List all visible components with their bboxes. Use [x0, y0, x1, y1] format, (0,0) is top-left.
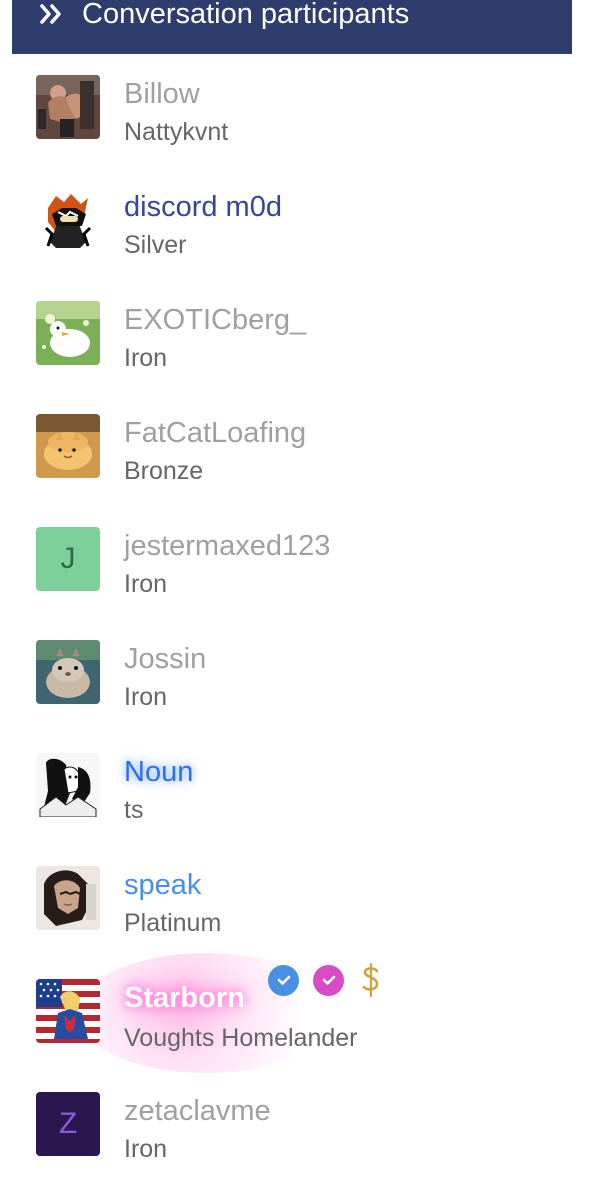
- participant-avatar[interactable]: Z: [36, 1092, 100, 1156]
- participant-avatar[interactable]: [36, 640, 100, 704]
- participant-name[interactable]: Noun: [124, 753, 193, 791]
- dollar-icon: [358, 962, 384, 998]
- participant-badges: [268, 961, 384, 999]
- participant-item-billow[interactable]: Billow Nattykvnt: [36, 57, 556, 147]
- participant-subtitle: Platinum: [124, 909, 222, 937]
- participant-subtitle: Nattykvnt: [124, 118, 229, 146]
- participant-name[interactable]: discord m0d: [124, 188, 282, 226]
- participant-avatar[interactable]: [36, 866, 100, 930]
- participant-avatar[interactable]: J: [36, 527, 100, 591]
- participant-subtitle: ts: [124, 796, 144, 824]
- participant-subtitle: Iron: [124, 344, 168, 372]
- participant-item-noun[interactable]: Noun ts: [36, 735, 556, 825]
- participant-name[interactable]: Billow: [124, 75, 200, 113]
- participant-name[interactable]: Jossin: [124, 640, 206, 678]
- participant-avatar[interactable]: [36, 301, 100, 365]
- verified-check-icon: [313, 964, 344, 996]
- participant-avatar[interactable]: [36, 753, 100, 817]
- participant-name[interactable]: EXOTICberg_: [124, 301, 306, 339]
- participant-item-discord-m0d[interactable]: discord m0d Silver: [36, 170, 556, 260]
- participant-avatar[interactable]: [36, 188, 100, 252]
- panel-title: Conversation participants: [82, 0, 410, 30]
- participant-avatar[interactable]: [36, 414, 100, 478]
- avatar-letter: J: [60, 542, 76, 575]
- participant-name[interactable]: zetaclavme: [124, 1092, 271, 1130]
- avatar-letter: Z: [58, 1107, 78, 1140]
- double-chevron-right-icon[interactable]: [38, 0, 66, 28]
- participant-item-jestermaxed123[interactable]: J jestermaxed123 Iron: [36, 509, 556, 599]
- participant-item-jossin[interactable]: Jossin Iron: [36, 622, 556, 712]
- participant-item-exoticberg[interactable]: EXOTICberg_ Iron: [36, 283, 556, 373]
- participant-subtitle: Voughts Homelander: [124, 1024, 358, 1052]
- participant-name[interactable]: jestermaxed123: [124, 527, 330, 565]
- participant-name[interactable]: speak: [124, 866, 201, 904]
- participant-subtitle: Iron: [124, 570, 168, 598]
- participants-header[interactable]: Conversation participants: [12, 0, 572, 54]
- participant-item-zetaclavme[interactable]: Z zetaclavme Iron: [36, 1074, 556, 1164]
- participant-avatar[interactable]: [36, 979, 100, 1043]
- participant-item-starborn[interactable]: Starborn Voughts Homelander: [36, 953, 556, 1073]
- participant-subtitle: Bronze: [124, 457, 204, 485]
- participant-subtitle: Silver: [124, 231, 187, 259]
- participant-item-speak[interactable]: speak Platinum: [36, 848, 556, 938]
- verified-check-icon: [268, 964, 299, 996]
- participant-avatar[interactable]: [36, 75, 100, 139]
- participant-subtitle: Iron: [124, 683, 168, 711]
- participants-panel: Conversation participants Billow Nattykv…: [0, 0, 592, 1204]
- participant-item-fatcatloafing[interactable]: FatCatLoafing Bronze: [36, 396, 556, 486]
- participant-subtitle: Iron: [124, 1135, 168, 1163]
- participant-name[interactable]: Starborn: [124, 979, 245, 1017]
- participant-name[interactable]: FatCatLoafing: [124, 414, 306, 452]
